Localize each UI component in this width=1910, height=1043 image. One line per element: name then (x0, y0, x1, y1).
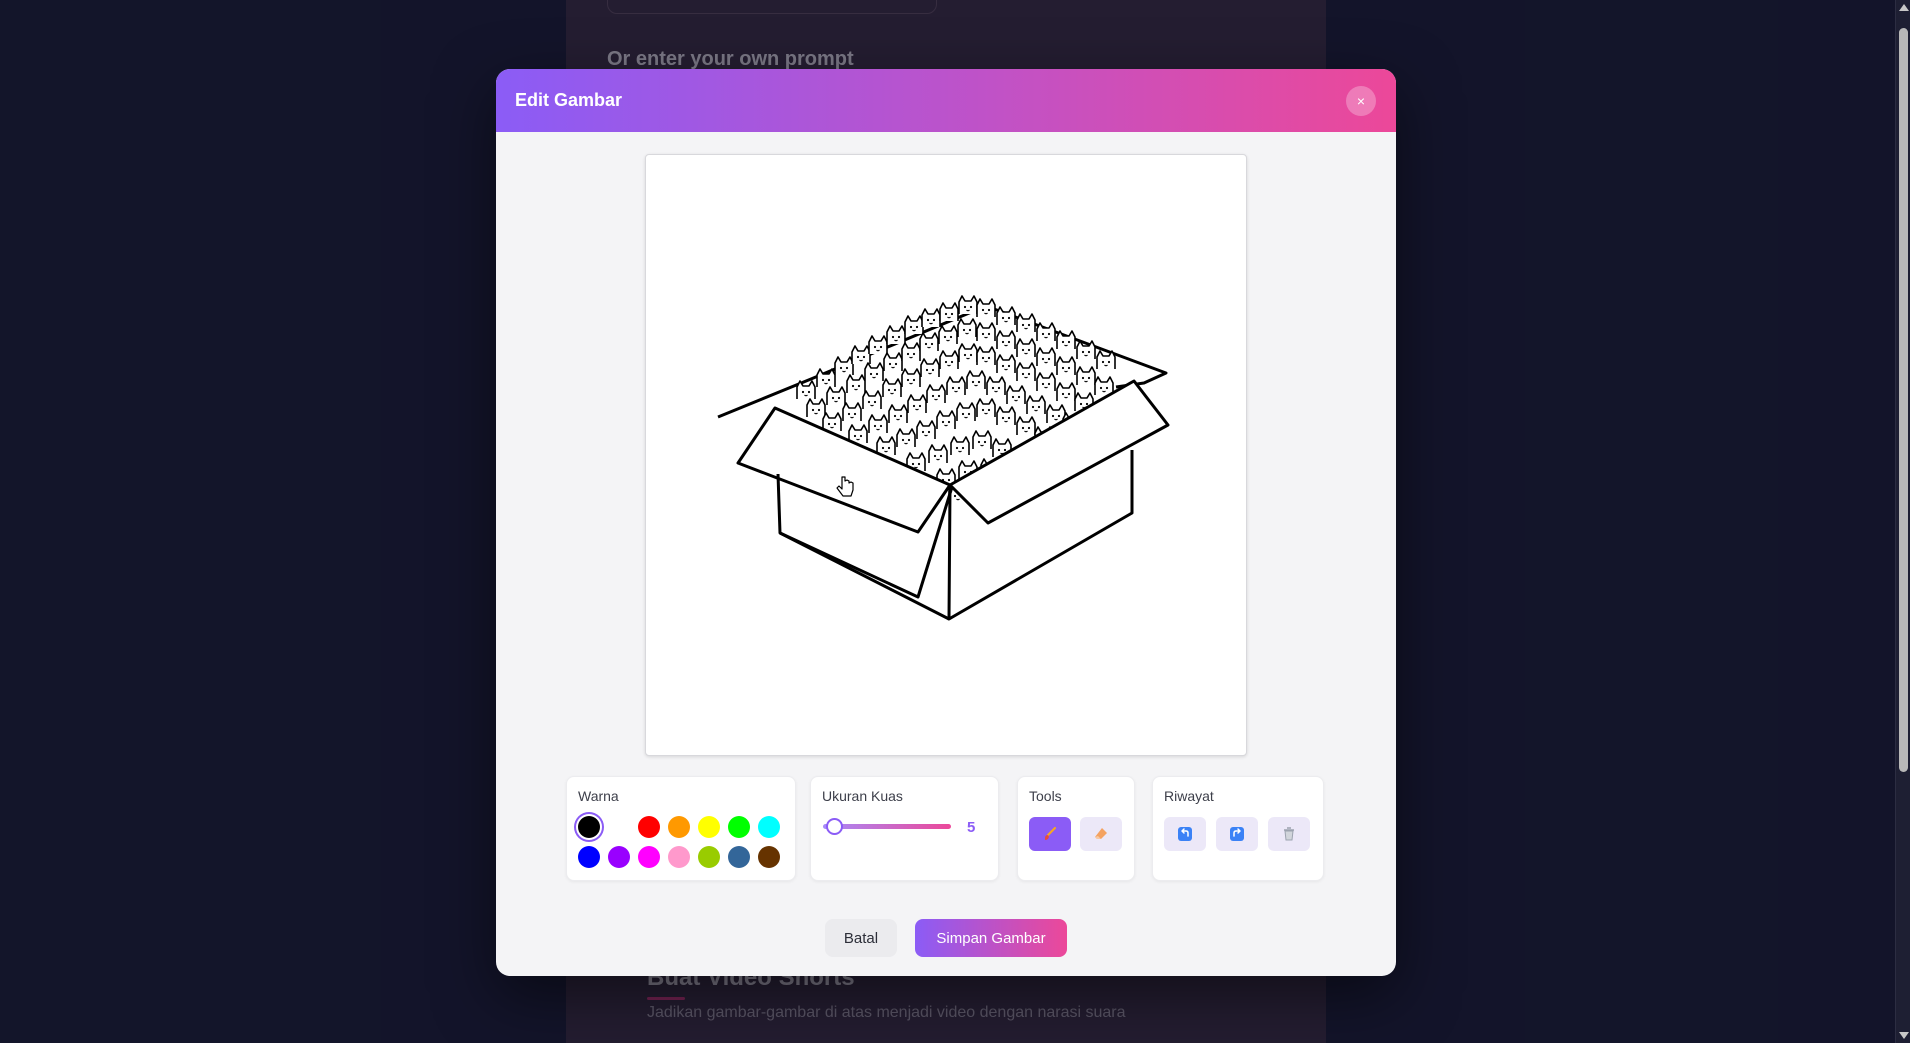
cancel-button[interactable]: Batal (825, 919, 897, 957)
eraser-tool-button[interactable] (1080, 817, 1122, 851)
clear-button[interactable] (1268, 817, 1310, 851)
trash-icon (1284, 827, 1294, 841)
color-swatch-11[interactable] (698, 846, 720, 868)
color-swatch-13[interactable] (758, 846, 780, 868)
cats-in-box-drawing (717, 295, 1170, 621)
brush-icon (1045, 826, 1057, 840)
redo-icon (1230, 827, 1244, 841)
undo-icon (1178, 827, 1192, 841)
color-swatch-5[interactable] (728, 816, 750, 838)
drawing-canvas[interactable] (645, 154, 1247, 756)
color-panel: Warna (566, 776, 796, 881)
scroll-up-arrow-icon[interactable] (1899, 4, 1909, 11)
color-swatch-9[interactable] (638, 846, 660, 868)
save-image-button[interactable]: Simpan Gambar (915, 919, 1067, 957)
brush-size-value: 5 (967, 819, 976, 836)
color-swatch-2[interactable] (638, 816, 660, 838)
color-swatch-1[interactable] (608, 816, 630, 838)
brush-tool-button[interactable] (1029, 817, 1071, 851)
scroll-down-arrow-icon[interactable] (1899, 1032, 1909, 1039)
history-label: Riwayat (1164, 788, 1214, 804)
scroll-thumb[interactable] (1899, 28, 1908, 772)
color-swatch-10[interactable] (668, 846, 690, 868)
brush-size-slider-thumb[interactable] (826, 818, 843, 835)
eraser-icon (1095, 828, 1107, 839)
brush-size-panel: Ukuran Kuas 5 (810, 776, 999, 881)
color-swatch-6[interactable] (758, 816, 780, 838)
brush-size-label: Ukuran Kuas (822, 788, 903, 804)
color-swatch-7[interactable] (578, 846, 600, 868)
color-swatch-4[interactable] (698, 816, 720, 838)
color-panel-label: Warna (578, 788, 619, 804)
color-swatch-12[interactable] (728, 846, 750, 868)
redo-button[interactable] (1216, 817, 1258, 851)
history-panel: Riwayat (1152, 776, 1324, 881)
color-swatches (578, 816, 780, 868)
color-swatch-3[interactable] (668, 816, 690, 838)
tools-panel: Tools (1017, 776, 1135, 881)
color-swatch-8[interactable] (608, 846, 630, 868)
tools-label: Tools (1029, 788, 1062, 804)
color-swatch-0[interactable] (578, 816, 600, 838)
close-button[interactable]: × (1346, 86, 1376, 116)
modal-title: Edit Gambar (515, 90, 623, 110)
modal-header: Edit Gambar × (496, 69, 1396, 132)
undo-button[interactable] (1164, 817, 1206, 851)
page-scrollbar[interactable] (1895, 0, 1910, 1043)
edit-image-modal: Edit Gambar × Warna Ukuran Kuas 5 Tools … (496, 69, 1396, 976)
